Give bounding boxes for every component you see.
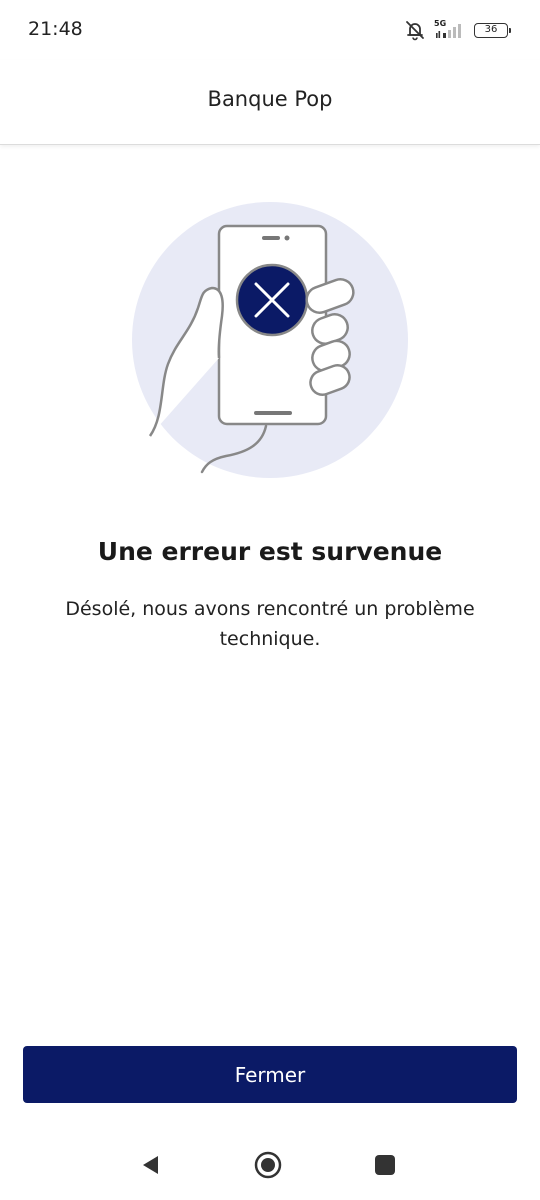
bell-muted-icon <box>404 19 426 41</box>
battery-icon: 36 <box>474 22 511 38</box>
close-button[interactable]: Fermer <box>23 1046 517 1103</box>
status-bar: 21:48 5G 36 <box>0 0 540 60</box>
back-icon[interactable] <box>134 1148 168 1182</box>
page-title: Banque Pop <box>207 87 333 111</box>
error-message: Désolé, nous avons rencontré un problème… <box>65 598 475 650</box>
hand-holding-phone-error-icon <box>130 196 410 486</box>
home-icon[interactable] <box>251 1148 285 1182</box>
signal-icon: 5G <box>434 19 466 41</box>
recents-icon[interactable] <box>368 1148 402 1182</box>
app-header: Banque Pop <box>0 60 540 145</box>
error-title: Une erreur est survenue <box>97 537 443 566</box>
navigation-bar <box>0 1130 540 1200</box>
status-icons: 5G 36 <box>404 17 511 43</box>
status-time: 21:48 <box>28 18 83 40</box>
